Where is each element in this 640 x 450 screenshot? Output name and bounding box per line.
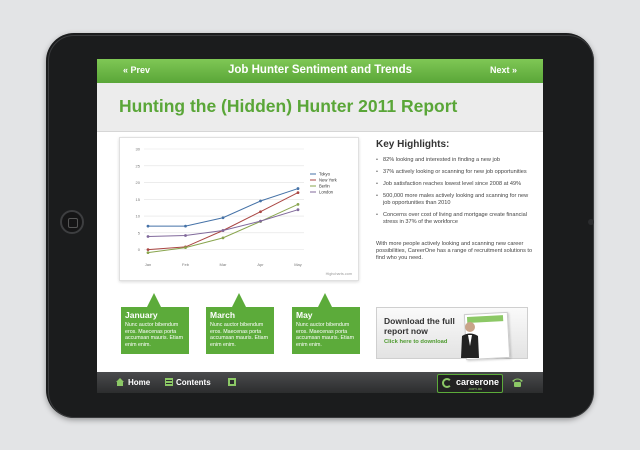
highlight-item: 500,000 more males actively looking and … <box>376 193 536 207</box>
legend-label: Berlin <box>319 184 330 189</box>
data-point <box>146 235 150 238</box>
highlights-outro: With more people actively looking and sc… <box>376 241 533 261</box>
month-text: Nunc auctor bibendum eros. Maecenas port… <box>210 322 268 348</box>
x-tick-label: Jan <box>145 262 151 267</box>
month-title: March <box>210 310 236 320</box>
next-button[interactable]: Next » <box>490 65 517 75</box>
y-tick-label: 0 <box>138 247 141 252</box>
month-card-march[interactable]: March Nunc auctor bibendum eros. Maecena… <box>206 293 274 354</box>
x-tick-label: Apr <box>257 262 264 267</box>
data-point <box>221 229 225 232</box>
home-icon <box>116 378 124 386</box>
highlight-item: 82% looking and interested in finding a … <box>376 157 536 164</box>
top-nav-bar: « Prev Job Hunter Sentiment and Trends N… <box>97 59 543 83</box>
data-point <box>146 248 150 252</box>
logo-subtext: .com.au <box>468 386 483 391</box>
data-point <box>146 224 150 228</box>
series-line <box>148 188 299 227</box>
y-tick-label: 20 <box>136 180 141 185</box>
data-point <box>221 236 225 240</box>
logo-swirl-icon <box>442 378 452 388</box>
phone-icon[interactable] <box>512 377 523 387</box>
businessman-image <box>461 322 479 358</box>
y-tick-label: 15 <box>136 197 141 202</box>
series-line <box>147 209 299 238</box>
report-header: Hunting the (Hidden) Hunter 2011 Report <box>97 83 543 132</box>
page-title: Hunting the (Hidden) Hunter 2011 Report <box>119 96 458 116</box>
home-button[interactable]: Home <box>128 378 150 387</box>
highlight-item: Concerns over cost of living and mortgag… <box>376 212 536 226</box>
section-title: Job Hunter Sentiment and Trends <box>227 64 413 76</box>
legend-label: Tokyo <box>319 172 331 177</box>
month-text: Nunc auctor bibendum eros. Maecenas port… <box>125 322 183 348</box>
careerone-logo[interactable]: careerone .com.au <box>437 374 503 393</box>
data-point <box>296 191 300 194</box>
data-point <box>259 199 262 203</box>
data-point <box>296 202 300 206</box>
legend-label: New York <box>319 178 338 183</box>
y-tick-label: 5 <box>138 230 141 235</box>
month-title: January <box>125 310 158 320</box>
month-card-may[interactable]: May Nunc auctor bibendum eros. Maecenas … <box>292 293 360 354</box>
data-point <box>259 210 262 214</box>
chart-credit: Highcharts.com <box>326 272 352 276</box>
data-point <box>221 216 225 220</box>
y-tick-label: 30 <box>136 147 141 152</box>
highlights-title: Key Highlights: <box>376 139 450 150</box>
y-tick-label: 10 <box>136 214 141 219</box>
data-point <box>296 208 300 212</box>
bottom-toolbar: Home Contents careerone .com.au <box>97 372 543 393</box>
contents-icon <box>165 378 173 386</box>
x-tick-label: Mar <box>220 262 228 267</box>
chart-panel: 0 5 10 15 20 25 30 Jan Feb Mar Apr May Tokyo New York… <box>119 137 359 281</box>
line-chart: 0 5 10 15 20 25 30 Jan Feb Mar Apr May TokyoNew York… <box>136 147 352 277</box>
highlight-item: 37% actively looking or scanning for new… <box>376 169 536 176</box>
y-tick-label: 25 <box>136 163 141 168</box>
highlights-list: 82% looking and interested in finding a … <box>376 157 536 231</box>
month-title: May <box>296 310 313 320</box>
app-screen: « Prev Job Hunter Sentiment and Trends N… <box>97 59 543 393</box>
series-line <box>147 203 299 254</box>
month-text: Nunc auctor bibendum eros. Maecenas port… <box>296 322 354 348</box>
tablet-home-button[interactable] <box>60 210 84 234</box>
legend-label: London <box>319 190 334 195</box>
month-card-january[interactable]: January Nunc auctor bibendum eros. Maece… <box>121 293 189 354</box>
data-point <box>184 234 187 237</box>
data-point <box>184 224 187 228</box>
download-link[interactable]: Click here to download <box>384 339 447 345</box>
tablet-camera <box>588 219 594 225</box>
download-report-banner[interactable]: Download the full report now Click here … <box>376 307 528 361</box>
x-tick-label: May <box>294 262 302 267</box>
data-point <box>296 187 300 190</box>
download-title: Download the full report now <box>384 316 455 336</box>
data-point <box>146 251 150 255</box>
contents-button[interactable]: Contents <box>176 378 211 387</box>
series-line <box>147 192 299 251</box>
data-point <box>259 219 262 223</box>
data-point <box>184 246 187 250</box>
highlight-item: Job satisfaction reaches lowest level si… <box>376 181 536 188</box>
bookmark-icon[interactable] <box>228 378 236 386</box>
x-tick-label: Feb <box>182 262 190 267</box>
